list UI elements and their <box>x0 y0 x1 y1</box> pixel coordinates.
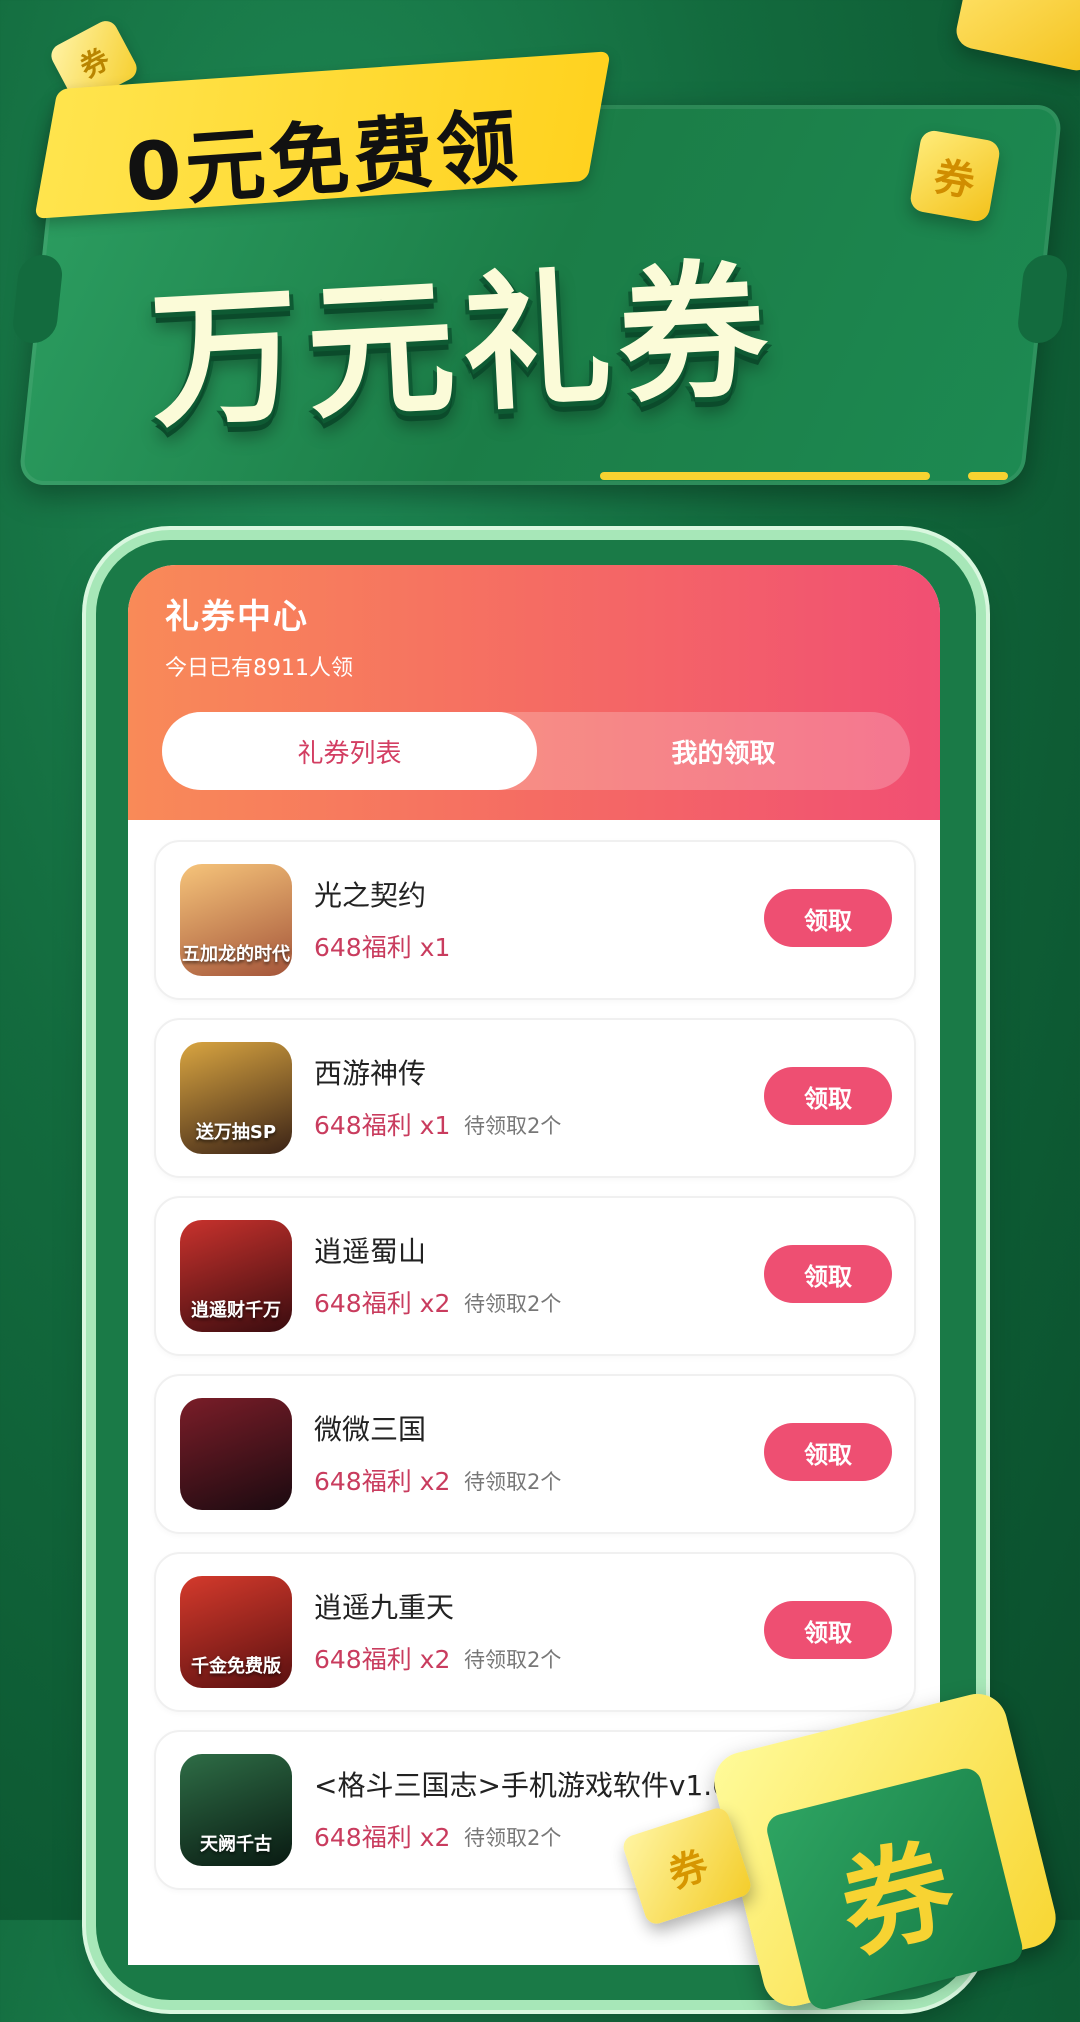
tab-bar: 礼券列表 我的领取 <box>162 712 910 790</box>
reward-text: 648福利 x2 <box>314 1823 451 1852</box>
game-icon <box>180 1398 292 1510</box>
list-item: 五加龙的时代 光之契约 648福利 x1 领取 <box>154 840 916 1000</box>
pending-count: 待领取2个 <box>464 1648 562 1672</box>
tab-my-claims[interactable]: 我的领取 <box>537 712 910 790</box>
hero-title: 万元礼券 <box>146 243 779 449</box>
coupon-center-header: 礼券中心 今日已有8911人领 礼券列表 我的领取 <box>128 565 940 820</box>
game-icon: 天阙千古 <box>180 1754 292 1866</box>
reward-text: 648福利 x1 <box>314 1111 451 1140</box>
game-icon: 逍遥财千万 <box>180 1220 292 1332</box>
pending-count: 待领取2个 <box>464 1292 562 1316</box>
game-icon-caption: 五加龙的时代 <box>182 944 290 965</box>
game-name: <格斗三国志>手机游戏软件v1.0 <box>314 1769 731 1802</box>
coupon-icon: 券 <box>763 1765 1026 2013</box>
game-icon-caption: 逍遥财千万 <box>191 1300 281 1321</box>
pending-count: 待领取2个 <box>464 1114 562 1138</box>
reward-text: 648福利 x2 <box>314 1645 451 1674</box>
decorative-line <box>968 472 1008 480</box>
game-name: 光之契约 <box>314 879 427 912</box>
claim-button[interactable]: 领取 <box>764 1245 892 1303</box>
decorative-line <box>600 472 930 480</box>
claim-button[interactable]: 领取 <box>764 889 892 947</box>
pending-count: 待领取2个 <box>464 1826 562 1850</box>
tab-coupon-list[interactable]: 礼券列表 <box>162 712 537 790</box>
reward-text: 648福利 x2 <box>314 1467 451 1496</box>
claim-button[interactable]: 领取 <box>764 1423 892 1481</box>
game-icon-caption: 千金免费版 <box>191 1656 281 1677</box>
reward-text: 648福利 x1 <box>314 933 451 962</box>
game-name: 逍遥蜀山 <box>314 1235 427 1268</box>
game-name: 西游神传 <box>314 1057 427 1090</box>
coupon-icon: 券 <box>908 128 1002 224</box>
game-icon: 送万抽SP <box>180 1042 292 1154</box>
game-icon-caption: 送万抽SP <box>195 1122 277 1143</box>
page-title: 礼券中心 <box>165 597 309 637</box>
game-name: 逍遥九重天 <box>314 1591 455 1624</box>
game-icon-caption: 天阙千古 <box>200 1834 272 1855</box>
claim-count-text: 今日已有8911人领 <box>165 656 353 681</box>
decorative-coupon <box>953 0 1080 74</box>
claim-button[interactable]: 领取 <box>764 1067 892 1125</box>
reward-text: 648福利 x2 <box>314 1289 451 1318</box>
game-icon: 千金免费版 <box>180 1576 292 1688</box>
claim-button[interactable]: 领取 <box>764 1601 892 1659</box>
pending-count: 待领取2个 <box>464 1470 562 1494</box>
list-item: 送万抽SP 西游神传 648福利 x1 待领取2个 领取 <box>154 1018 916 1178</box>
list-item: 千金免费版 逍遥九重天 648福利 x2 待领取2个 领取 <box>154 1552 916 1712</box>
list-item: 逍遥财千万 逍遥蜀山 648福利 x2 待领取2个 领取 <box>154 1196 916 1356</box>
game-name: 微微三国 <box>314 1413 427 1446</box>
game-icon: 五加龙的时代 <box>180 864 292 976</box>
list-item: 微微三国 648福利 x2 待领取2个 领取 <box>154 1374 916 1534</box>
